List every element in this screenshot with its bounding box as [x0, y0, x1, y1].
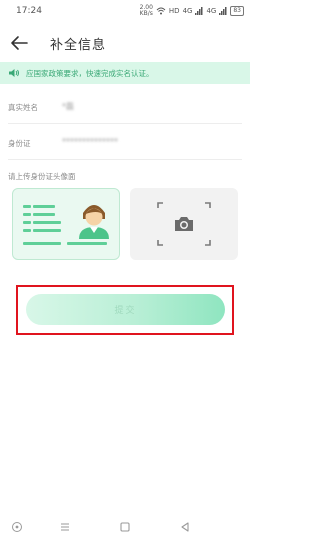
id-card-sample — [12, 188, 120, 260]
back-arrow-icon[interactable] — [9, 33, 29, 53]
nav-menu-icon[interactable] — [58, 520, 72, 534]
upload-label: 请上传身份证头像面 — [8, 172, 76, 181]
id-number-row[interactable]: 身份证 ************** — [8, 126, 242, 160]
signal-2-label: 4G — [206, 7, 217, 15]
page-title: 补全信息 — [50, 38, 107, 53]
notice-banner: 应国家政策要求，快速完成实名认证。 — [0, 62, 250, 84]
id-number-value[interactable]: ************** — [62, 137, 118, 146]
status-time: 17:24 — [16, 6, 42, 16]
nav-back-icon[interactable] — [178, 520, 192, 534]
battery-indicator: 83 — [230, 6, 244, 16]
notice-text: 应国家政策要求，快速完成实名认证。 — [26, 69, 154, 78]
upload-photo-card[interactable] — [130, 188, 238, 260]
net-speed: 2.00 KB/s — [139, 4, 153, 17]
submit-highlight: 提交 — [16, 285, 234, 335]
status-bar: 17:24 2.00 KB/s HD 4G 4G 83 — [0, 0, 250, 24]
name-row[interactable]: 真实姓名 *磊 — [8, 90, 242, 124]
nav-home-icon[interactable] — [118, 520, 132, 534]
signal-icon — [195, 7, 203, 15]
submit-button[interactable]: 提交 — [26, 294, 225, 325]
camera-icon — [175, 217, 193, 231]
system-nav-bar — [0, 514, 250, 542]
status-icons: 2.00 KB/s HD 4G 4G 83 — [140, 5, 244, 17]
id-card-illustration — [23, 205, 109, 245]
nav-assistant-icon[interactable] — [10, 520, 24, 534]
name-label: 真实姓名 — [8, 103, 38, 112]
speaker-icon — [9, 69, 19, 77]
header: 补全信息 — [0, 24, 250, 62]
hd-label: HD — [168, 7, 180, 15]
wifi-icon — [156, 7, 166, 15]
signal-icon-2 — [219, 7, 227, 15]
name-value[interactable]: *磊 — [62, 101, 74, 112]
signal-1-label: 4G — [182, 7, 193, 15]
id-number-label: 身份证 — [8, 139, 31, 148]
